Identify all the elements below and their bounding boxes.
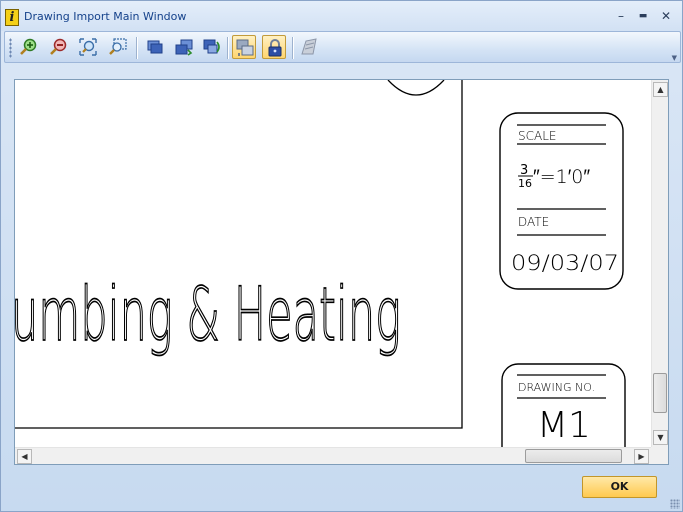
toolbar: ▼ bbox=[4, 31, 681, 63]
maximize-icon: ▬ bbox=[638, 11, 648, 21]
zoom-window-button[interactable] bbox=[106, 35, 130, 59]
layer-back-icon bbox=[203, 39, 220, 54]
drawing-no-label: DRAWING NO. bbox=[518, 381, 595, 394]
drawing-circle-fragment bbox=[387, 80, 445, 96]
scroll-down-button[interactable]: ▼ bbox=[653, 430, 668, 445]
ok-button[interactable]: OK bbox=[582, 476, 657, 498]
layer-back-button[interactable] bbox=[200, 35, 224, 59]
scroll-up-button[interactable]: ▲ bbox=[653, 82, 668, 97]
drawing-viewer[interactable]: umbing & Heating SCALE 3 16 ″=1′0″ DATE … bbox=[14, 79, 669, 465]
scale-value: ″=1′0″ bbox=[533, 166, 590, 188]
zoom-in-icon bbox=[20, 38, 37, 55]
close-button[interactable]: ✕ bbox=[657, 7, 675, 25]
date-value: 09/03/07 bbox=[511, 251, 619, 275]
layer-forward-icon bbox=[175, 39, 193, 56]
zoom-out-button[interactable] bbox=[46, 35, 70, 59]
lock-button[interactable] bbox=[262, 35, 286, 59]
layer-forward-button[interactable] bbox=[172, 35, 196, 59]
drawing-border bbox=[15, 80, 463, 429]
scale-fraction-den: 16 bbox=[518, 177, 532, 190]
toolbar-separator bbox=[227, 37, 229, 59]
overlay-icon bbox=[236, 39, 254, 56]
scroll-right-button[interactable]: ▶ bbox=[634, 449, 649, 464]
window-title: Drawing Import Main Window bbox=[24, 10, 187, 23]
close-icon: ✕ bbox=[660, 9, 672, 23]
zoom-extents-icon bbox=[79, 38, 97, 56]
toolbar-grip[interactable] bbox=[9, 38, 12, 58]
arrow-right-icon: ▶ bbox=[638, 452, 645, 461]
export-button[interactable] bbox=[297, 35, 321, 59]
drawing-title-text: umbing & Heating bbox=[15, 272, 401, 358]
toolbar-separator bbox=[136, 37, 138, 59]
drawing-import-window: i Drawing Import Main Window – ▬ ✕ ▼ umb… bbox=[0, 0, 683, 512]
scale-label: SCALE bbox=[518, 129, 556, 143]
scroll-left-button[interactable]: ◀ bbox=[17, 449, 32, 464]
horizontal-scrollbar[interactable]: ◀ ▶ bbox=[15, 447, 651, 464]
lock-icon bbox=[268, 39, 282, 57]
zoom-out-icon bbox=[50, 38, 67, 55]
toolbar-overflow-icon[interactable]: ▼ bbox=[672, 54, 677, 62]
arrow-up-icon: ▲ bbox=[657, 85, 664, 94]
drawing-canvas[interactable]: umbing & Heating SCALE 3 16 ″=1′0″ DATE … bbox=[15, 80, 651, 447]
overlay-button[interactable] bbox=[232, 35, 256, 59]
title-bar[interactable]: i Drawing Import Main Window – ▬ ✕ bbox=[1, 1, 682, 31]
arrow-down-icon: ▼ bbox=[657, 433, 664, 442]
zoom-window-icon bbox=[109, 38, 127, 55]
info-app-icon: i bbox=[5, 9, 19, 26]
minimize-button[interactable]: – bbox=[612, 7, 630, 25]
maximize-button[interactable]: ▬ bbox=[634, 7, 652, 25]
drawing-no-value: M1 bbox=[537, 405, 591, 446]
layers-icon bbox=[147, 40, 163, 54]
horizontal-scroll-thumb[interactable] bbox=[525, 449, 622, 463]
vertical-scrollbar[interactable]: ▲ ▼ bbox=[651, 80, 668, 447]
vertical-scroll-thumb[interactable] bbox=[653, 373, 667, 413]
zoom-extents-button[interactable] bbox=[76, 35, 100, 59]
resize-grip[interactable] bbox=[670, 499, 680, 509]
date-label: DATE bbox=[518, 215, 549, 229]
minimize-icon: – bbox=[618, 9, 624, 23]
zoom-in-button[interactable] bbox=[16, 35, 40, 59]
scrollbar-corner bbox=[651, 447, 668, 464]
arrow-left-icon: ◀ bbox=[21, 452, 28, 461]
layers-button[interactable] bbox=[142, 35, 166, 59]
export-icon bbox=[301, 38, 317, 55]
toolbar-separator bbox=[292, 37, 294, 59]
